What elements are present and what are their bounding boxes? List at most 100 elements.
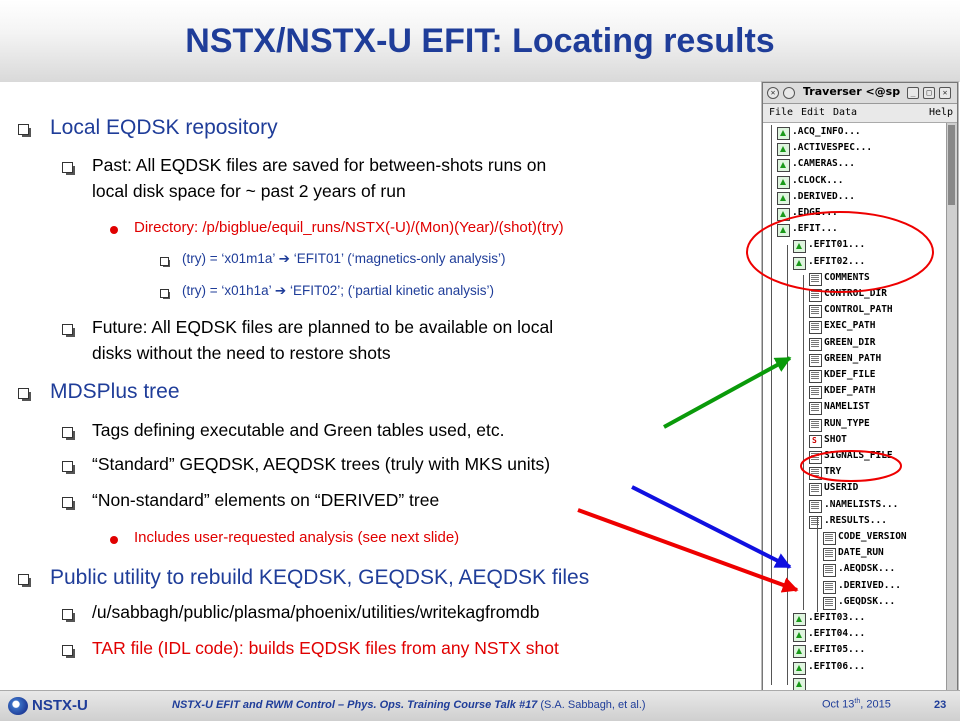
structure-node-icon (777, 191, 790, 205)
structure-node-icon (793, 677, 806, 691)
signal-node-icon (809, 434, 822, 448)
menu-data[interactable]: Data (833, 107, 857, 118)
traverser-menu-bar: File Edit Data Help (763, 104, 957, 123)
structure-node-icon (777, 224, 790, 238)
bullet-text: Public utility to rebuild KEQDSK, GEQDSK… (50, 566, 590, 589)
tree-node-label: COMMENTS (824, 271, 870, 283)
tree-view[interactable]: .ACQ_INFO... .ACTIVESPEC... .CAMERAS... .CL… (767, 125, 945, 693)
tree-node-label: TRY (824, 466, 842, 478)
tree-node-label: .EDGE... (792, 207, 838, 218)
tree-node-label: KDEF_PATH (824, 385, 876, 397)
tree-node-label: GREEN_PATH (824, 352, 882, 364)
slide-title: NSTX/NSTX-U EFIT: Locating results (185, 22, 775, 60)
tree-scrollbar[interactable] (946, 123, 957, 693)
scrollbar-thumb[interactable] (948, 125, 955, 205)
traverser-title-bar[interactable]: ✕ Traverser <@sp _ □ ✕ (763, 83, 957, 104)
traverser-title: Traverser <@sp (803, 85, 901, 98)
tree-node-label: SHOT (824, 433, 847, 445)
bullet-marker (62, 324, 75, 337)
bullet-text: local disk space for ~ past 2 years of r… (92, 181, 406, 201)
footer: NSTX-U NSTX-U EFIT and RWM Control – Phy… (0, 690, 960, 721)
signal-node-icon (809, 337, 822, 351)
footer-date: Oct 13th, 2015 (822, 698, 891, 711)
tree-node-label: .EFIT06... (808, 660, 866, 672)
menu-file[interactable]: File (769, 107, 793, 118)
tree-node-label: .RESULTS... (824, 514, 887, 526)
signal-node-icon (809, 451, 822, 464)
tree-connector-line (803, 275, 804, 610)
signal-node-icon (823, 580, 836, 594)
logo-text: NSTX-U (32, 697, 88, 714)
bullet-marker (160, 289, 170, 299)
bullet-marker (18, 574, 31, 587)
signal-node-icon (809, 402, 822, 416)
maximize-icon[interactable]: □ (923, 87, 935, 99)
signal-node-icon (823, 596, 836, 610)
tree-node-label: .CAMERAS... (792, 158, 855, 170)
bullet-dot (110, 226, 118, 234)
structure-node-icon (777, 143, 790, 157)
window-close-icon[interactable]: ✕ (939, 87, 951, 99)
tree-node-label: CODE_VERSION (838, 531, 907, 542)
minimize-icon[interactable]: _ (907, 87, 919, 99)
bullet-text: disks without the need to restore shots (92, 343, 391, 363)
tree-node-label: CONTROL_PATH (824, 304, 893, 316)
tree-node-label: EXEC_PATH (824, 320, 876, 332)
bullet-text: Future: All EQDSK files are planned to b… (92, 317, 554, 337)
bullet-dot (110, 536, 118, 544)
tree-node-label: KDEF_FILE (824, 369, 876, 380)
tree-connector-line (787, 245, 788, 685)
structure-node-icon (793, 240, 806, 254)
signal-node-icon (809, 321, 822, 335)
bullet-text: Directory: /p/bigblue/equil_runs/NSTX(-U… (134, 219, 564, 236)
signal-node-icon (809, 289, 822, 302)
tree-node-label: .EFIT05... (808, 644, 866, 656)
traverser-window[interactable]: ✕ Traverser <@sp _ □ ✕ File Edit Data He… (762, 82, 958, 694)
tree-node-label: NAMELIST (824, 401, 870, 413)
bullet-text: TAR file (IDL code): builds EQDSK files … (92, 638, 559, 658)
signal-node-icon (823, 532, 836, 545)
close-icon[interactable]: ✕ (767, 87, 779, 99)
signal-node-icon (809, 467, 822, 481)
tree-node-label: SIGNALS_FILE (824, 450, 893, 461)
tree-node-label: .EFIT04... (808, 628, 866, 640)
signal-node-icon (809, 386, 822, 400)
structure-node-icon (793, 661, 806, 675)
bullet-marker (62, 497, 75, 510)
tree-node-label: .EFIT03... (808, 612, 866, 623)
signal-node-icon (809, 305, 822, 319)
structure-node-icon (777, 127, 790, 140)
menu-circle-icon[interactable] (783, 87, 795, 99)
menu-help[interactable]: Help (929, 107, 953, 118)
signal-node-icon (809, 370, 822, 383)
signal-node-icon (809, 515, 822, 529)
tree-node-label: .EFIT02... (808, 255, 866, 267)
tree-node-label: .EFIT01... (808, 239, 866, 251)
signal-node-icon (809, 418, 822, 432)
bullet-marker (62, 427, 75, 440)
bullet-marker (62, 461, 75, 474)
tree-node-label: .DERIVED... (838, 579, 901, 591)
signal-node-icon (809, 499, 822, 513)
signal-node-icon (809, 483, 822, 497)
menu-edit[interactable]: Edit (801, 107, 825, 118)
tree-node-label: DATE_RUN (838, 547, 884, 559)
tree-node-label: .AEQDSK... (838, 563, 896, 575)
tree-connector-line (817, 517, 818, 612)
tree-node-label: USERID (824, 482, 859, 494)
bullet-marker (62, 645, 75, 658)
tree-node-label: .GEQDSK... (838, 595, 896, 607)
page-number: 23 (934, 699, 947, 711)
tree-node-label: RUN_TYPE (824, 417, 870, 429)
footer-course: NSTX-U EFIT and RWM Control – Phys. Ops.… (172, 699, 646, 711)
signal-node-icon (823, 564, 836, 578)
nstx-logo-icon (8, 697, 28, 715)
structure-node-icon (793, 645, 806, 659)
signal-node-icon (809, 272, 822, 286)
bullet-text: /u/sabbagh/public/plasma/phoenix/utiliti… (92, 602, 540, 622)
tree-node-label: CONTROL_DIR (824, 288, 887, 299)
bullet-text: (try) = ‘x01h1a’ ➔ ‘EFIT02’; (‘partial k… (182, 283, 495, 298)
bullet-text: MDSPlus tree (50, 380, 180, 403)
bullet-text: “Non-standard” elements on “DERIVED” tre… (92, 490, 440, 510)
bullet-text: Past: All EQDSK files are saved for betw… (92, 155, 547, 175)
